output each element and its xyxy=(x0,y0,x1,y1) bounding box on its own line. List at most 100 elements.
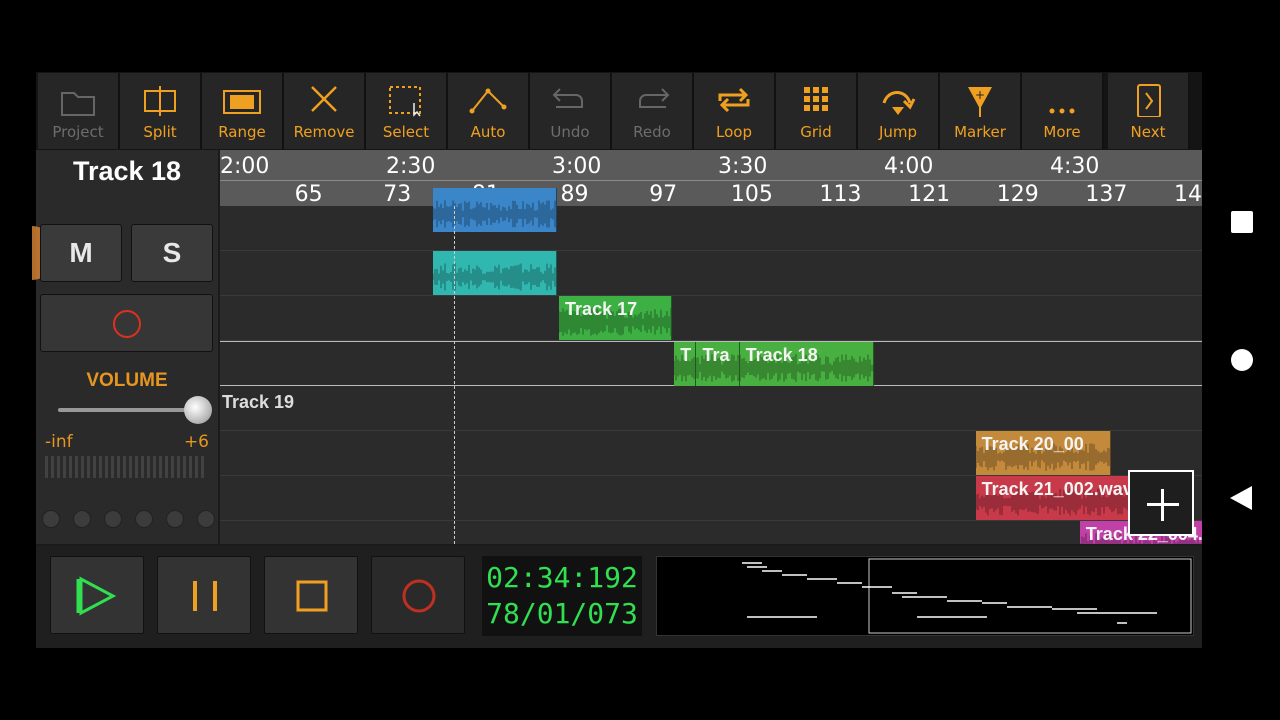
toolbar-label: Next xyxy=(1130,123,1166,141)
toolbar-undo-button[interactable]: Undo xyxy=(530,73,612,149)
ruler-time-label: 3:00 xyxy=(552,154,602,179)
record-arm-icon xyxy=(113,310,141,338)
ruler-time-label: 3:30 xyxy=(718,154,768,179)
audio-clip[interactable] xyxy=(432,188,557,232)
track-lane[interactable]: Track 19 xyxy=(220,386,1202,431)
transport-bar: 02:34:192 78/01/073 xyxy=(36,546,1202,648)
track-lane[interactable]: Track 17 xyxy=(220,296,1202,341)
toolbar-label: Redo xyxy=(633,123,671,141)
square-nav-icon[interactable] xyxy=(1231,211,1253,233)
track-lane[interactable]: Track 20_00 xyxy=(220,431,1202,476)
volume-slider-track[interactable] xyxy=(58,408,198,412)
toolbar-label: Range xyxy=(218,123,266,141)
page-dot[interactable] xyxy=(135,510,153,528)
toolbar-label: Project xyxy=(52,123,104,141)
toolbar-label: Split xyxy=(143,123,177,141)
more-icon xyxy=(1049,108,1075,114)
page-dot[interactable] xyxy=(166,510,184,528)
page-dots xyxy=(42,510,215,528)
toolbar-split-button[interactable]: Split xyxy=(120,73,202,149)
toolbar-label: Undo xyxy=(550,123,590,141)
solo-button[interactable]: S xyxy=(131,224,213,282)
toolbar-auto-button[interactable]: Auto xyxy=(448,73,530,149)
lane-label: Track 19 xyxy=(222,392,295,412)
toolbar: Project Split Range Remove Select Auto Undo Red… xyxy=(36,72,1202,150)
toolbar-remove-button[interactable]: Remove xyxy=(284,73,366,149)
track-lane[interactable] xyxy=(220,251,1202,296)
automation-icon xyxy=(469,88,507,114)
volume-slider-knob[interactable] xyxy=(183,396,212,424)
toolbar-label: More xyxy=(1043,123,1081,141)
record-icon xyxy=(402,579,436,613)
play-icon xyxy=(76,576,117,616)
clip-name: Track 21_002.wav xyxy=(981,479,1133,499)
loop-icon xyxy=(718,87,750,113)
svg-text:+: + xyxy=(975,88,985,102)
track-lane[interactable]: Track 22_004.wav xyxy=(220,521,1202,544)
back-nav-icon[interactable] xyxy=(1230,486,1252,510)
audio-clip[interactable]: Track 18 xyxy=(739,342,874,386)
mute-button[interactable]: M xyxy=(40,224,122,282)
stop-button[interactable] xyxy=(264,556,358,634)
toolbar-next-button[interactable]: Next xyxy=(1108,73,1190,149)
ruler-time-label: 2:00 xyxy=(220,154,270,179)
song-overview[interactable] xyxy=(656,556,1194,636)
toolbar-select-button[interactable]: Select xyxy=(366,73,448,149)
close-icon xyxy=(311,86,337,112)
page-dot[interactable] xyxy=(73,510,91,528)
toolbar-label: Select xyxy=(382,123,430,141)
clip-name: Track 20_00 xyxy=(981,434,1084,454)
track-lane[interactable] xyxy=(220,188,1202,251)
toolbar-jump-button[interactable]: Jump xyxy=(858,73,940,149)
ruler-bar-label: 129 xyxy=(996,182,1039,207)
counter-position: 78/01/073 xyxy=(486,597,638,630)
toolbar-label: Auto xyxy=(470,123,506,141)
toolbar-marker-button[interactable]: + Marker xyxy=(940,73,1022,149)
time-counter[interactable]: 02:34:192 78/01/073 xyxy=(482,556,642,636)
arm-record-button[interactable] xyxy=(40,294,213,352)
clip-name: Tra xyxy=(702,345,730,365)
audio-clip[interactable]: Tra xyxy=(696,342,740,386)
add-track-button[interactable] xyxy=(1128,470,1194,536)
timeline-ruler[interactable]: 2:002:303:003:304:004:306573818997105113… xyxy=(220,150,1202,207)
playhead[interactable] xyxy=(454,206,455,544)
toolbar-project-button[interactable]: Project xyxy=(38,73,120,149)
counter-time: 02:34:192 xyxy=(486,561,638,594)
circle-nav-icon[interactable] xyxy=(1231,349,1253,371)
marker-icon: + xyxy=(968,87,992,117)
volume-label: VOLUME xyxy=(86,370,168,391)
page-dot[interactable] xyxy=(197,510,215,528)
ruler-bar-label: 113 xyxy=(819,182,862,207)
folder-icon xyxy=(61,92,95,116)
record-button[interactable] xyxy=(371,556,465,634)
pause-button[interactable] xyxy=(157,556,251,634)
toolbar-more-button[interactable]: More xyxy=(1022,73,1104,149)
select-icon xyxy=(389,86,421,117)
toolbar-redo-button[interactable]: Redo xyxy=(612,73,694,149)
audio-clip[interactable]: T xyxy=(674,342,697,386)
volume-min-label: -inf xyxy=(45,432,73,452)
ruler-bar-label: 89 xyxy=(560,182,589,207)
page-dot[interactable] xyxy=(42,510,60,528)
timeline[interactable]: 2:002:303:003:304:004:306573818997105113… xyxy=(220,150,1202,544)
toolbar-grid-button[interactable]: Grid xyxy=(776,73,858,149)
play-button[interactable] xyxy=(50,556,144,634)
toolbar-label: Loop xyxy=(716,123,752,141)
audio-clip[interactable]: Track 20_00 xyxy=(975,431,1111,475)
audio-clip[interactable]: Track 17 xyxy=(559,296,673,340)
track-lane[interactable]: T Tra Track 18 xyxy=(220,341,1202,386)
ruler-time-label: 2:30 xyxy=(386,154,436,179)
android-nav-bar xyxy=(1202,0,1280,720)
toolbar-label: Jump xyxy=(878,123,918,141)
page-dot[interactable] xyxy=(104,510,122,528)
ruler-bar-label: 145 xyxy=(1174,182,1202,207)
toolbar-range-button[interactable]: Range xyxy=(202,73,284,149)
toolbar-loop-button[interactable]: Loop xyxy=(694,73,776,149)
ruler-time-label: 4:30 xyxy=(1050,154,1100,179)
audio-clip[interactable] xyxy=(432,251,557,295)
selected-track-name: Track 18 xyxy=(72,156,182,186)
track-lane[interactable]: Track 21_002.wav xyxy=(220,476,1202,521)
ruler-divider xyxy=(220,180,1202,181)
toolbar-label: Remove xyxy=(293,123,355,141)
pause-icon xyxy=(193,581,217,611)
